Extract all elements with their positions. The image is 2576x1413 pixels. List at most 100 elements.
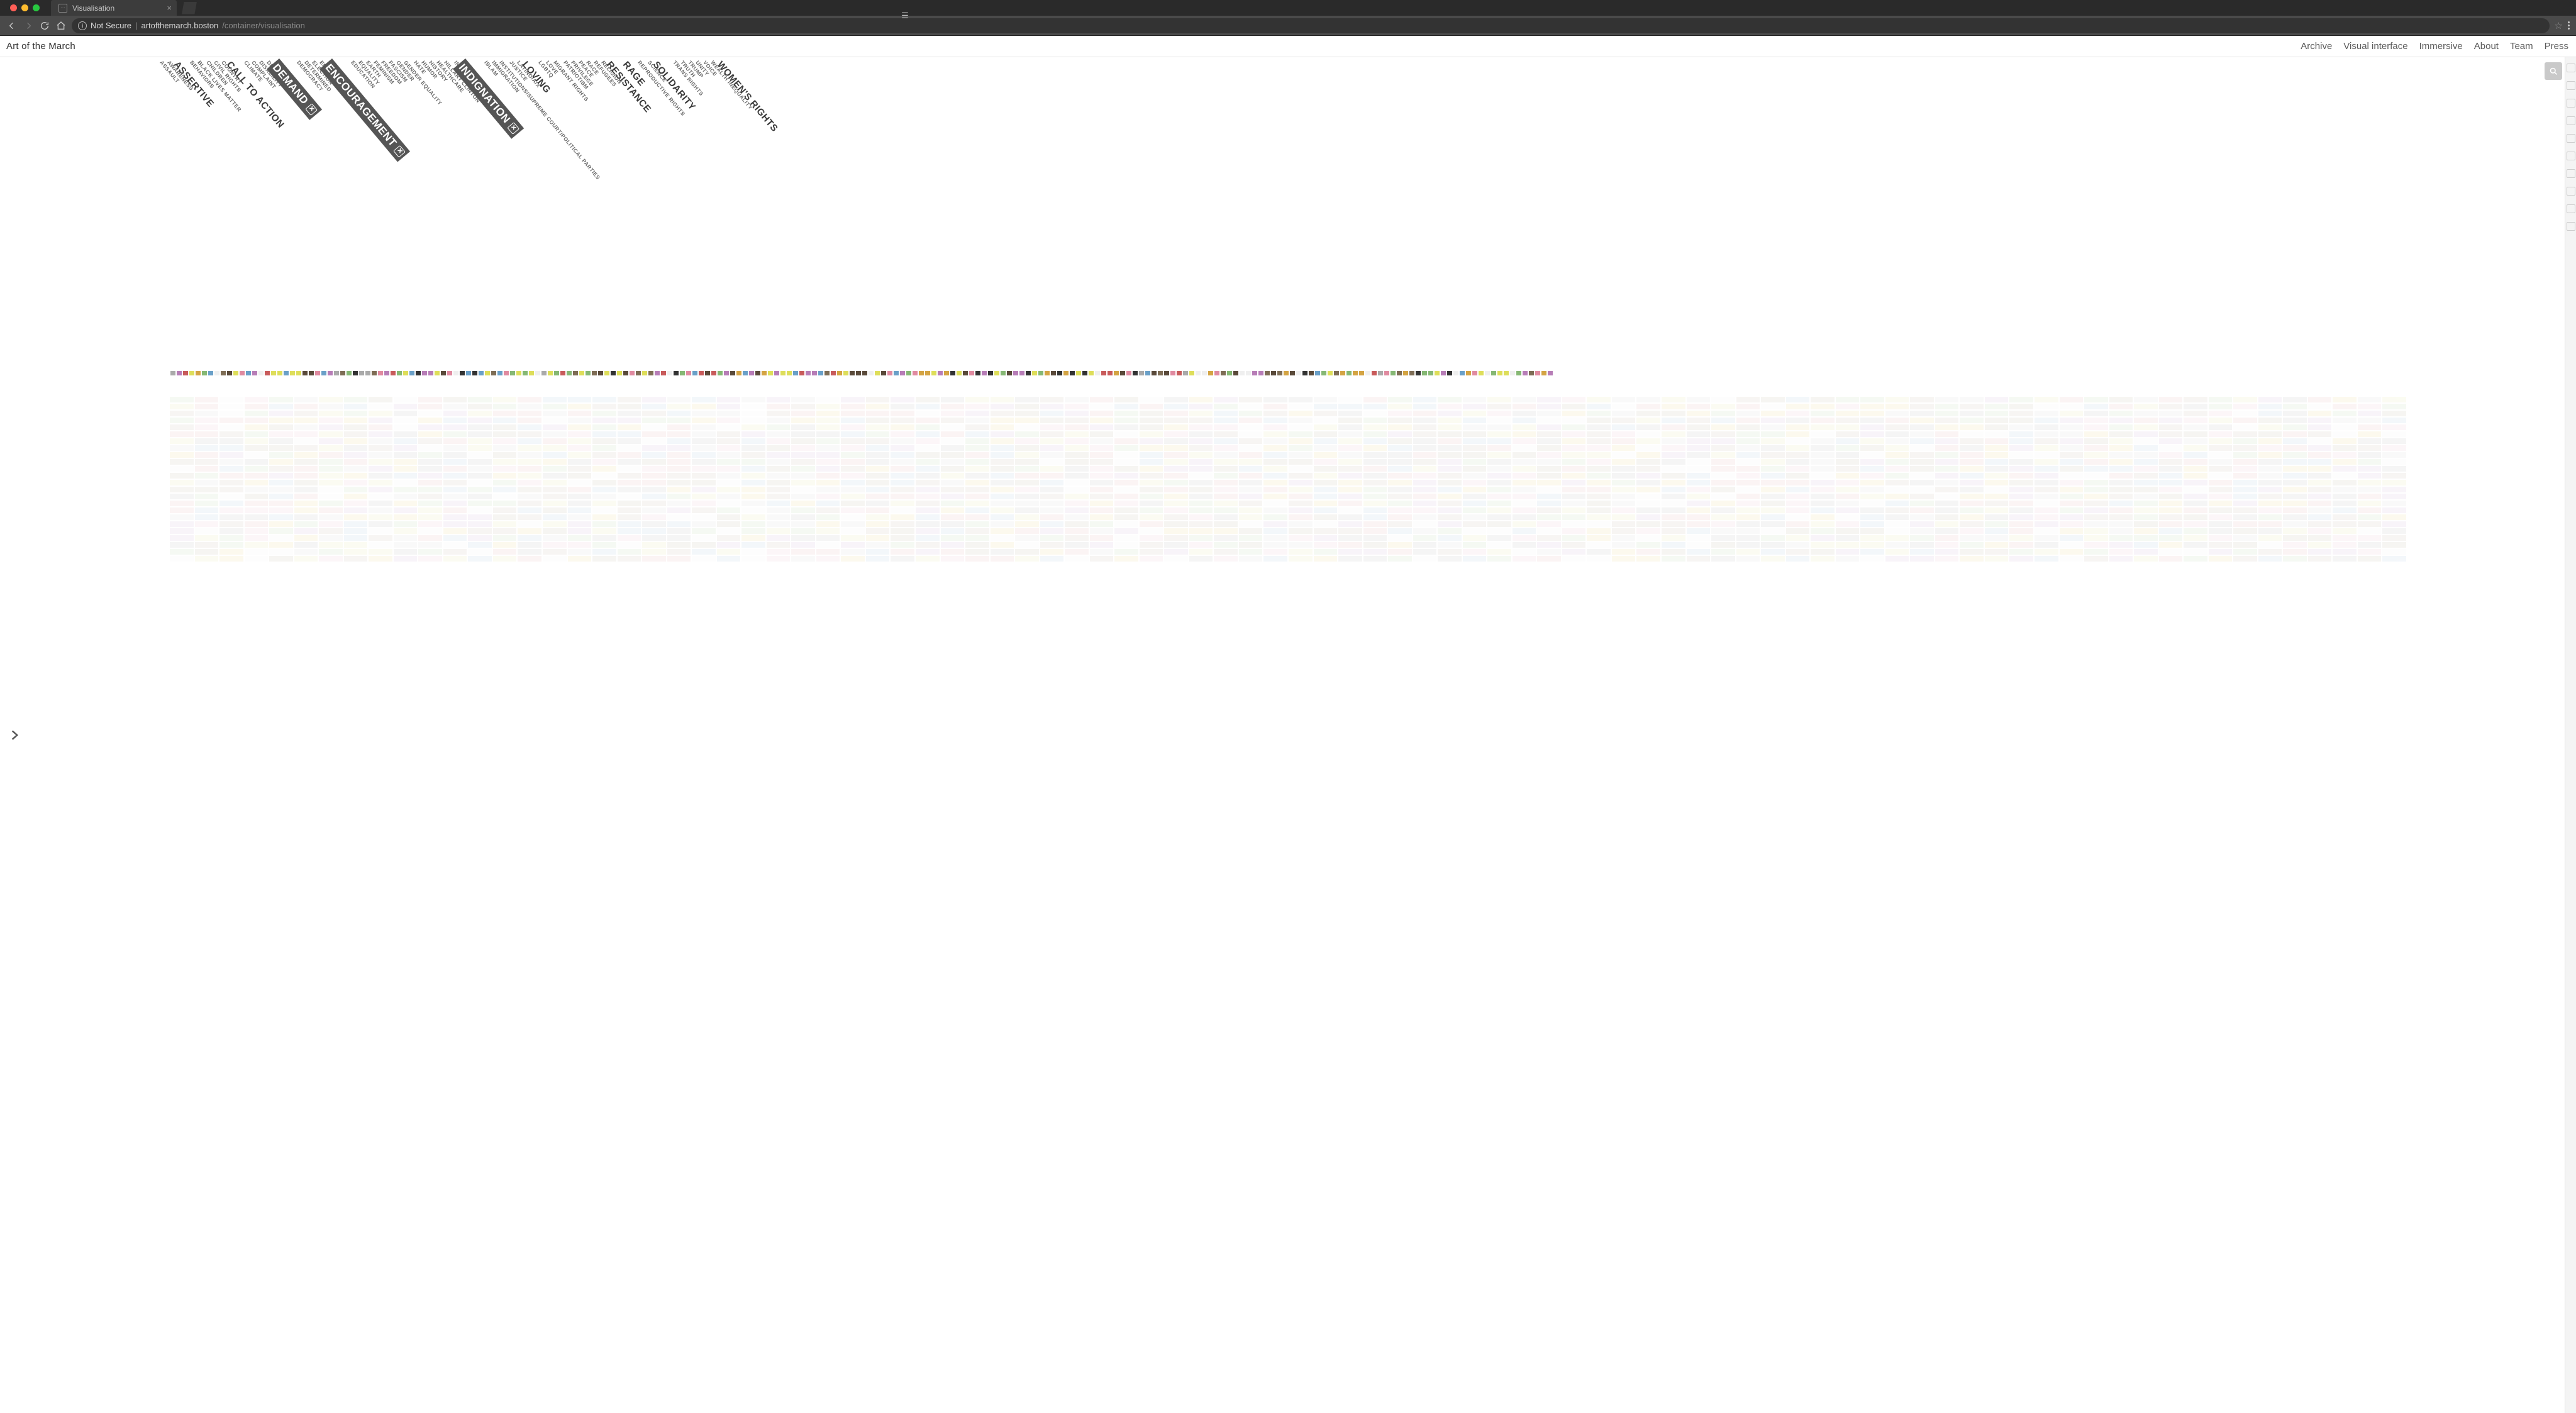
thumb[interactable] bbox=[485, 371, 490, 375]
grid-thumb[interactable] bbox=[1164, 535, 1188, 541]
grid-thumb[interactable] bbox=[2283, 445, 2307, 451]
grid-thumb[interactable] bbox=[642, 397, 666, 402]
grid-thumb[interactable] bbox=[2233, 404, 2257, 409]
grid-thumb[interactable] bbox=[1811, 535, 1835, 541]
grid-thumb[interactable] bbox=[1338, 452, 1362, 458]
grid-thumb[interactable] bbox=[1140, 424, 1163, 430]
grid-thumb[interactable] bbox=[2382, 459, 2406, 465]
thumb[interactable] bbox=[705, 371, 710, 375]
grid-thumb[interactable] bbox=[1885, 494, 1909, 499]
grid-thumb[interactable] bbox=[2209, 424, 2233, 430]
grid-thumb[interactable] bbox=[1662, 487, 1685, 492]
grid-thumb[interactable] bbox=[841, 514, 865, 520]
grid-thumb[interactable] bbox=[991, 542, 1014, 548]
grid-thumb[interactable] bbox=[443, 404, 467, 409]
grid-thumb[interactable] bbox=[2382, 466, 2406, 472]
grid-thumb[interactable] bbox=[891, 397, 914, 402]
grid-thumb[interactable] bbox=[1537, 418, 1561, 423]
thumb[interactable] bbox=[680, 371, 685, 375]
thumb[interactable] bbox=[1045, 371, 1050, 375]
grid-thumb[interactable] bbox=[2184, 473, 2207, 479]
grid-thumb[interactable] bbox=[1860, 521, 1884, 527]
grid-thumb[interactable] bbox=[1786, 404, 1810, 409]
thumb[interactable] bbox=[1378, 371, 1383, 375]
grid-thumb[interactable] bbox=[1562, 494, 1586, 499]
grid-thumb[interactable] bbox=[2035, 528, 2058, 534]
grid-thumb[interactable] bbox=[2134, 411, 2158, 416]
grid-thumb[interactable] bbox=[195, 452, 219, 458]
grid-thumb[interactable] bbox=[418, 459, 442, 465]
thumb[interactable] bbox=[994, 371, 999, 375]
grid-thumb[interactable] bbox=[791, 404, 815, 409]
grid-thumb[interactable] bbox=[2035, 424, 2058, 430]
grid-thumb[interactable] bbox=[2333, 521, 2357, 527]
grid-thumb[interactable] bbox=[1885, 535, 1909, 541]
thumb[interactable] bbox=[1082, 371, 1087, 375]
grid-thumb[interactable] bbox=[965, 501, 989, 506]
grid-thumb[interactable] bbox=[245, 480, 269, 485]
grid-thumb[interactable] bbox=[2035, 556, 2058, 562]
thumb[interactable] bbox=[648, 371, 653, 375]
grid-thumb[interactable] bbox=[2035, 445, 2058, 451]
thumb[interactable] bbox=[1365, 371, 1370, 375]
grid-thumb[interactable] bbox=[642, 459, 666, 465]
grid-thumb[interactable] bbox=[1687, 501, 1711, 506]
grid-thumb[interactable] bbox=[1314, 473, 1338, 479]
grid-thumb[interactable] bbox=[841, 549, 865, 555]
grid-thumb[interactable] bbox=[1463, 480, 1487, 485]
grid-thumb[interactable] bbox=[1463, 397, 1487, 402]
thumb[interactable] bbox=[837, 371, 842, 375]
grid-thumb[interactable] bbox=[692, 431, 716, 437]
grid-thumb[interactable] bbox=[170, 418, 194, 423]
grid-thumb[interactable] bbox=[2382, 528, 2406, 534]
grid-thumb[interactable] bbox=[1587, 411, 1611, 416]
thumb[interactable] bbox=[1013, 371, 1018, 375]
grid-thumb[interactable] bbox=[2308, 521, 2332, 527]
grid-thumb[interactable] bbox=[1314, 431, 1338, 437]
grid-thumb[interactable] bbox=[2209, 397, 2233, 402]
grid-thumb[interactable] bbox=[369, 452, 392, 458]
grid-thumb[interactable] bbox=[1289, 494, 1313, 499]
grid-thumb[interactable] bbox=[816, 549, 840, 555]
grid-thumb[interactable] bbox=[344, 514, 368, 520]
grid-thumb[interactable] bbox=[618, 507, 641, 513]
grid-thumb[interactable] bbox=[319, 521, 343, 527]
grid-thumb[interactable] bbox=[1463, 501, 1487, 506]
grid-thumb[interactable] bbox=[1065, 528, 1089, 534]
thumb[interactable] bbox=[1321, 371, 1326, 375]
grid-thumb[interactable] bbox=[1562, 445, 1586, 451]
grid-thumb[interactable] bbox=[1761, 445, 1785, 451]
grid-thumb[interactable] bbox=[2258, 542, 2282, 548]
grid-thumb[interactable] bbox=[2209, 528, 2233, 534]
grid-thumb[interactable] bbox=[1836, 459, 1860, 465]
grid-thumb[interactable] bbox=[518, 431, 541, 437]
grid-thumb[interactable] bbox=[493, 549, 517, 555]
grid-thumb[interactable] bbox=[2084, 521, 2108, 527]
grid-thumb[interactable] bbox=[1836, 556, 1860, 562]
grid-thumb[interactable] bbox=[2184, 404, 2207, 409]
grid-thumb[interactable] bbox=[1463, 473, 1487, 479]
grid-thumb[interactable] bbox=[692, 542, 716, 548]
thumb[interactable] bbox=[334, 371, 339, 375]
thumb[interactable] bbox=[636, 371, 641, 375]
grid-thumb[interactable] bbox=[1363, 521, 1387, 527]
grid-thumb[interactable] bbox=[1960, 438, 1984, 444]
grid-thumb[interactable] bbox=[1189, 466, 1213, 472]
grid-thumb[interactable] bbox=[767, 521, 791, 527]
grid-thumb[interactable] bbox=[841, 397, 865, 402]
grid-thumb[interactable] bbox=[717, 494, 741, 499]
grid-thumb[interactable] bbox=[1289, 397, 1313, 402]
grid-thumb[interactable] bbox=[1388, 494, 1412, 499]
grid-thumb[interactable] bbox=[2283, 528, 2307, 534]
grid-thumb[interactable] bbox=[1537, 528, 1561, 534]
grid-thumb[interactable] bbox=[1363, 542, 1387, 548]
grid-thumb[interactable] bbox=[2382, 438, 2406, 444]
grid-thumb[interactable] bbox=[2084, 452, 2108, 458]
grid-thumb[interactable] bbox=[767, 438, 791, 444]
grid-thumb[interactable] bbox=[344, 549, 368, 555]
grid-thumb[interactable] bbox=[717, 549, 741, 555]
grid-thumb[interactable] bbox=[568, 473, 592, 479]
grid-thumb[interactable] bbox=[1736, 445, 1760, 451]
thumb[interactable] bbox=[579, 371, 584, 375]
grid-thumb[interactable] bbox=[468, 514, 492, 520]
